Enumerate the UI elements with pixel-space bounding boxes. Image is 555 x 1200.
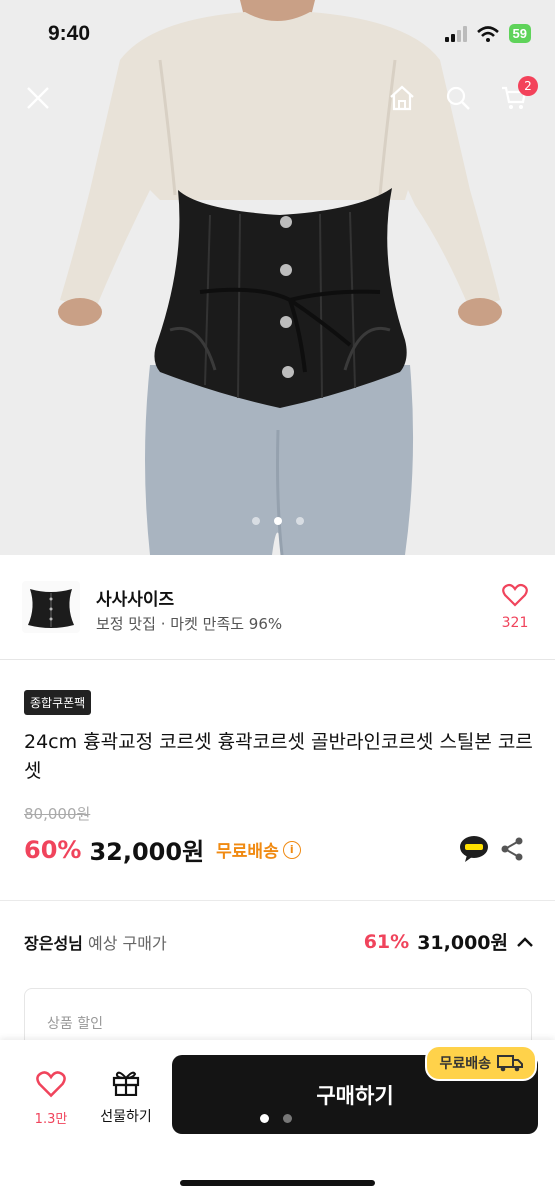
top-navigation: 2: [0, 76, 555, 122]
seller-subtitle: 보정 맛집 · 마켓 만족도 96%: [96, 615, 283, 633]
gift-label: 선물하기: [100, 1109, 152, 1125]
close-button[interactable]: [18, 78, 58, 118]
carousel-dot-active[interactable]: [273, 517, 282, 525]
expected-price: 31,000원: [417, 932, 508, 954]
seller-name[interactable]: 사사사이즈: [96, 585, 174, 610]
seller-thumbnail: [22, 581, 80, 633]
free-shipping-label[interactable]: 무료배송 i: [216, 837, 301, 862]
home-indicator: [180, 1180, 375, 1186]
status-icons: 59: [444, 24, 531, 43]
status-bar: 9:40 59: [0, 0, 555, 70]
expected-price-toggle[interactable]: 61% 31,000원: [364, 928, 534, 955]
status-time: 9:40: [48, 22, 91, 45]
expected-discount: 61%: [363, 930, 410, 953]
wifi-icon: [476, 25, 499, 42]
kakao-talk-button[interactable]: [459, 835, 489, 863]
discount-rate: 60%: [24, 835, 82, 864]
carousel-indicator: [0, 517, 555, 525]
section-divider: [0, 900, 555, 901]
carousel-dot[interactable]: [295, 517, 304, 525]
coupon-tag[interactable]: 종합쿠폰팩: [24, 690, 92, 715]
talk-icon: [460, 836, 488, 862]
cart-count-badge: 2: [518, 76, 538, 96]
cart-button[interactable]: 2: [494, 76, 538, 118]
truck-icon: [497, 1055, 523, 1072]
expected-user-name: 장은성님: [24, 934, 83, 953]
chevron-up-icon: [517, 936, 533, 947]
page-dot: [283, 1114, 292, 1123]
wish-count: 1.3만: [34, 1112, 68, 1127]
home-icon: [390, 85, 414, 111]
battery-indicator: 59: [508, 24, 531, 43]
product-image-carousel[interactable]: 9:40 59 2: [0, 0, 555, 555]
heart-icon: [36, 1071, 66, 1098]
free-shipping-badge: 무료배송: [425, 1045, 537, 1081]
share-button[interactable]: [499, 836, 525, 862]
buy-button-label: 구매하기: [316, 1083, 394, 1108]
close-icon: [27, 87, 49, 109]
signal-icon: [444, 25, 467, 42]
seller-section[interactable]: 사사사이즈 보정 맛집 · 마켓 만족도 96% 321: [0, 555, 555, 660]
info-icon[interactable]: i: [282, 840, 301, 859]
original-price: 80,000원: [24, 805, 91, 823]
sale-price: 32,000원: [89, 838, 205, 866]
seller-like-count: 321: [501, 615, 529, 631]
page-dot-active: [260, 1114, 269, 1123]
wish-button[interactable]: 1.3만: [26, 1070, 76, 1127]
gift-button[interactable]: 선물하기: [92, 1068, 160, 1126]
bottom-page-indicator: [260, 1114, 292, 1123]
free-shipping-badge-text: 무료배송: [439, 1056, 491, 1072]
share-icon: [501, 837, 523, 861]
gift-icon: [112, 1071, 140, 1097]
seller-like-button[interactable]: 321: [495, 583, 535, 631]
product-discount-label: 상품 할인: [47, 1016, 103, 1032]
home-button[interactable]: [382, 78, 422, 118]
expected-price-row: 장은성님 예상 구매가 61% 31,000원: [24, 930, 534, 962]
bottom-action-bar: 1.3만 선물하기 구매하기 무료배송: [0, 1040, 555, 1200]
product-title: 24cm 흉곽교정 코르셋 흉곽코르셋 골반라인코르셋 스틸본 코르셋: [24, 731, 533, 782]
free-shipping-text: 무료배송: [216, 842, 279, 862]
search-icon: [446, 86, 470, 110]
price-row: 60% 32,000원 무료배송 i: [24, 832, 301, 867]
search-button[interactable]: [438, 78, 478, 118]
heart-icon: [502, 583, 528, 607]
expected-price-label: 예상 구매가: [87, 934, 167, 953]
carousel-dot[interactable]: [251, 517, 260, 525]
